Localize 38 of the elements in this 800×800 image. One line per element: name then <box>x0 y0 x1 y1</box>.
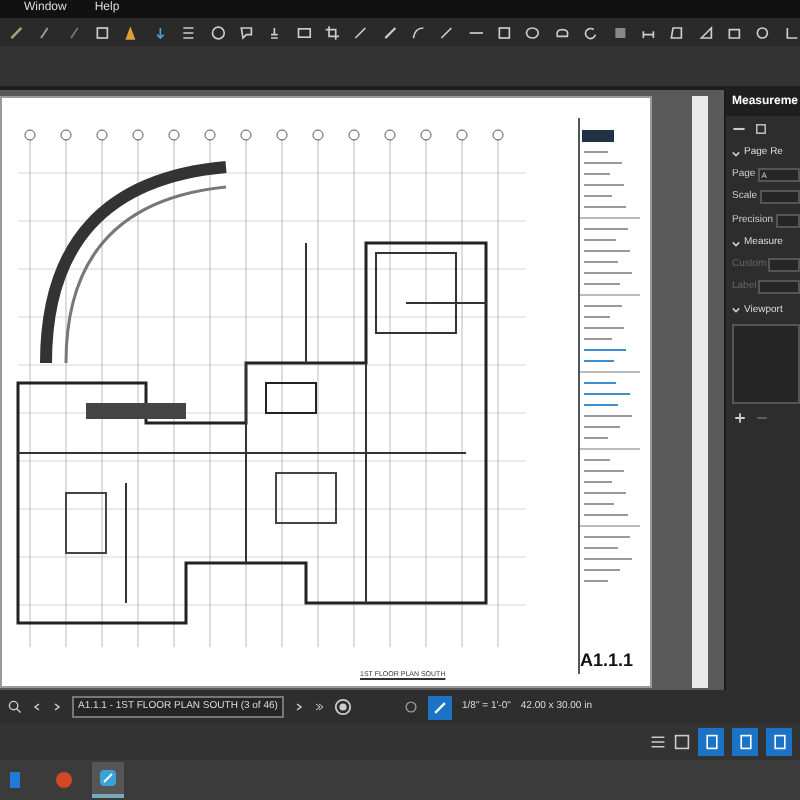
search-icon[interactable] <box>8 700 22 714</box>
highlighter-icon[interactable] <box>65 23 83 41</box>
list-icon[interactable] <box>650 734 666 750</box>
chevron-icon[interactable] <box>732 149 740 158</box>
input-field[interactable] <box>759 190 800 205</box>
line-icon[interactable] <box>352 23 370 41</box>
snap-button[interactable] <box>428 695 453 719</box>
sheet-number: A1.1.1 <box>580 647 636 673</box>
chevron-icon[interactable] <box>732 239 740 248</box>
pencil-icon[interactable] <box>36 23 54 41</box>
text-box-icon[interactable] <box>180 23 198 41</box>
next-page-icon[interactable] <box>293 702 304 712</box>
ellipse-icon[interactable] <box>524 23 542 41</box>
taskbar-app[interactable] <box>92 762 124 798</box>
scrollbar[interactable] <box>692 96 708 688</box>
rectangle-icon[interactable] <box>496 23 513 41</box>
arc-icon[interactable] <box>410 23 427 41</box>
add-icon[interactable] <box>734 412 746 424</box>
snap-icon <box>432 699 449 715</box>
image-icon[interactable] <box>295 23 312 41</box>
polygon-icon[interactable] <box>209 23 226 41</box>
last-page-icon[interactable] <box>313 702 324 712</box>
previous-page-icon[interactable] <box>32 702 42 712</box>
sync-icon[interactable] <box>333 698 352 716</box>
app-icon <box>98 768 118 788</box>
next-page-icon[interactable] <box>52 702 62 712</box>
polyline-icon[interactable] <box>438 23 456 41</box>
input-field[interactable] <box>768 257 800 272</box>
cone-icon[interactable] <box>122 23 140 41</box>
rotate-icon[interactable] <box>582 23 600 41</box>
arrow-icon[interactable] <box>151 23 169 41</box>
crop-icon[interactable] <box>323 23 341 41</box>
callout-icon[interactable] <box>237 23 255 41</box>
input-field[interactable] <box>758 280 800 295</box>
table-icon[interactable] <box>674 734 690 750</box>
chevron-icon[interactable] <box>732 306 740 315</box>
app-icon <box>54 770 74 790</box>
input-field[interactable] <box>775 213 800 228</box>
